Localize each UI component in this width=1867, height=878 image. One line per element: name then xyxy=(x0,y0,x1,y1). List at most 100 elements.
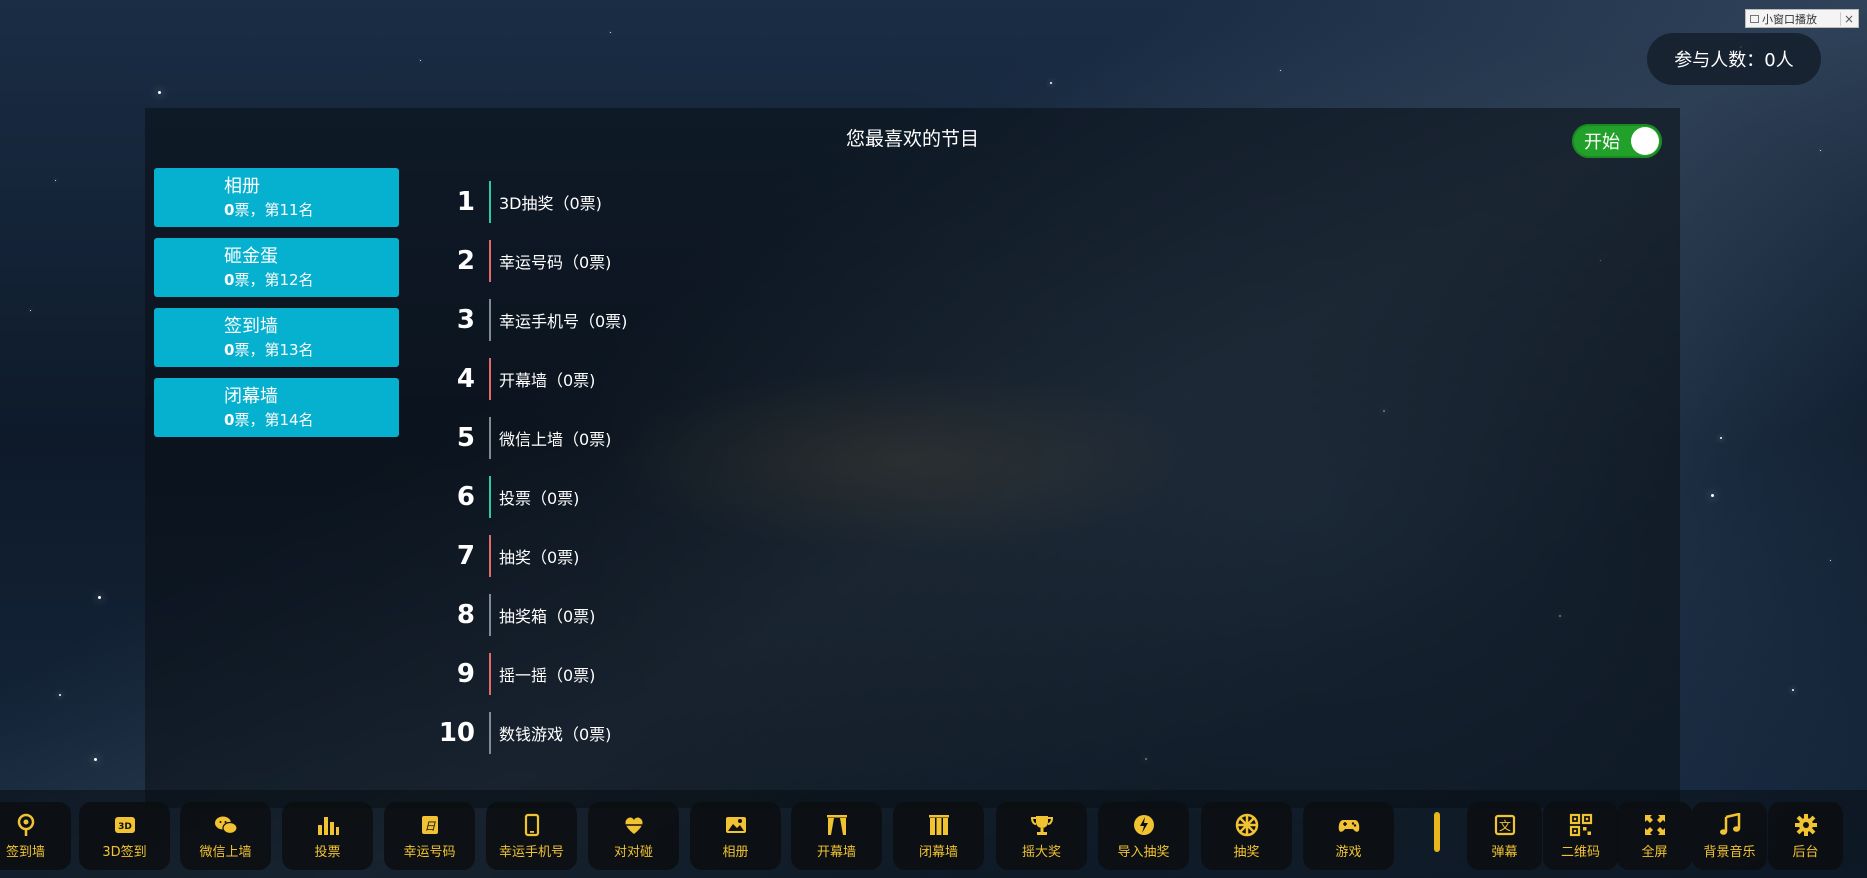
toolbar-button[interactable]: 二维码 xyxy=(1543,802,1618,870)
svg-text:日: 日 xyxy=(424,820,436,833)
fullscreen-icon xyxy=(1644,814,1665,835)
toolbar-button[interactable]: 背景音乐 xyxy=(1692,802,1767,870)
program-card-info: 0票，第11名 xyxy=(224,201,314,219)
close-icon[interactable]: × xyxy=(1839,11,1854,26)
ranking-row: 5 微信上墙（0票) xyxy=(435,408,627,467)
start-toggle-label: 开始 xyxy=(1584,132,1620,153)
toolbar-button-label: 对对碰 xyxy=(613,844,653,860)
rank-number: 2 xyxy=(456,245,475,276)
toolbar-divider xyxy=(1434,812,1440,852)
window-icon xyxy=(1750,14,1759,23)
toolbar-button[interactable]: 签到墙 xyxy=(0,802,71,870)
svg-text:3D: 3D xyxy=(118,822,132,832)
toolbar-button[interactable]: 后台 xyxy=(1768,802,1843,870)
toolbar-button[interactable]: 相册 xyxy=(690,802,781,870)
toolbar-button-label: 摇大奖 xyxy=(1021,844,1061,860)
toolbar-button[interactable]: 开幕墙 xyxy=(791,802,882,870)
rank-accent-bar xyxy=(489,593,491,636)
program-card[interactable]: 相册 0票，第11名 xyxy=(154,168,399,227)
rank-number: 10 xyxy=(438,717,475,748)
toolbar-button-label: 二维码 xyxy=(1560,844,1600,860)
program-card-name: 砸金蛋 xyxy=(224,246,278,267)
rank-number: 1 xyxy=(456,186,475,217)
star xyxy=(1280,70,1281,71)
mini-window-label[interactable]: 小窗口播放 xyxy=(1759,11,1840,27)
toolbar-button[interactable]: 摇大奖 xyxy=(996,802,1087,870)
star xyxy=(94,758,97,761)
ranking-row: 2 幸运号码（0票) xyxy=(435,231,627,290)
toolbar-button[interactable]: 日幸运号码 xyxy=(384,802,475,870)
toggle-knob xyxy=(1631,127,1659,155)
lucky-number-icon: 日 xyxy=(421,815,438,834)
toolbar-button[interactable]: 全屏 xyxy=(1617,802,1692,870)
wheel-icon xyxy=(1235,813,1258,836)
participant-count-text: 参与人数：0人 xyxy=(1674,50,1794,71)
toolbar-button[interactable]: 导入抽奖 xyxy=(1098,802,1189,870)
toolbar-button-label: 背景音乐 xyxy=(1703,844,1756,860)
program-card-info: 0票，第12名 xyxy=(224,271,314,289)
participant-count: 参与人数：0人 xyxy=(1647,33,1821,85)
rank-label: 幸运手机号（0票) xyxy=(499,311,628,331)
rank-number: 4 xyxy=(456,363,475,394)
photo-icon xyxy=(725,816,746,833)
rank-label: 抽奖箱（0票) xyxy=(499,606,596,626)
ranking-list: 1 3D抽奖（0票) 2 幸运号码（0票) 3 幸运手机号（0票) 4 开幕墙（0票) 5 微信上… xyxy=(435,172,627,762)
toolbar-button-label: 开幕墙 xyxy=(816,844,856,860)
rank-number: 5 xyxy=(456,422,475,453)
star xyxy=(1820,150,1821,151)
toolbar-button-label: 3D签到 xyxy=(102,844,147,860)
program-card[interactable]: 闭幕墙 0票，第14名 xyxy=(154,378,399,437)
mini-window-tag[interactable]: 小窗口播放 × xyxy=(1745,9,1859,28)
program-card-name: 相册 xyxy=(224,176,260,197)
star xyxy=(1792,689,1794,691)
star xyxy=(1720,437,1722,439)
trophy-icon xyxy=(1030,815,1053,835)
page-title: 您最喜欢的节目 xyxy=(845,128,979,150)
program-card[interactable]: 签到墙 0票，第13名 xyxy=(154,308,399,367)
program-card[interactable]: 砸金蛋 0票，第12名 xyxy=(154,238,399,297)
bar-chart-icon xyxy=(317,816,339,835)
star xyxy=(1830,560,1831,561)
toolbar-button[interactable]: 微信上墙 xyxy=(180,802,271,870)
import-lottery-icon xyxy=(1133,814,1154,835)
toolbar-button-label: 幸运号码 xyxy=(403,844,456,860)
toolbar-button[interactable]: 对对碰 xyxy=(588,802,679,870)
toolbar-button[interactable]: 游戏 xyxy=(1303,802,1394,870)
toolbar-button[interactable]: 幸运手机号 xyxy=(486,802,577,870)
rank-number: 3 xyxy=(456,304,475,335)
toolbar-button-label: 全屏 xyxy=(1641,844,1668,860)
ranking-row: 9 摇一摇（0票) xyxy=(435,644,627,703)
toolbar-button[interactable]: 抽奖 xyxy=(1201,802,1292,870)
toolbar-button-label: 后台 xyxy=(1792,844,1819,860)
svg-text:文: 文 xyxy=(1498,818,1510,833)
rank-number: 6 xyxy=(456,481,475,512)
toolbar-button[interactable]: 闭幕墙 xyxy=(893,802,984,870)
rank-accent-bar xyxy=(489,652,491,695)
star xyxy=(1050,82,1052,84)
rank-accent-bar xyxy=(489,239,491,282)
star xyxy=(1711,494,1714,497)
ranking-row: 7 抽奖（0票) xyxy=(435,526,627,585)
rank-label: 3D抽奖（0票) xyxy=(499,193,602,213)
program-card-name: 闭幕墙 xyxy=(224,386,278,407)
star xyxy=(158,91,161,94)
rank-label: 数钱游戏（0票) xyxy=(499,724,612,744)
3d-icon: 3D xyxy=(114,816,135,833)
toolbar-button-label: 签到墙 xyxy=(5,844,45,860)
toolbar-button[interactable]: 文弹幕 xyxy=(1467,802,1542,870)
toolbar-button-label: 抽奖 xyxy=(1233,844,1260,860)
start-toggle[interactable]: 开始 xyxy=(1572,124,1662,158)
vote-panel: 您最喜欢的节目 开始 相册 0票，第11名 砸金蛋 0票，第12名 签到墙 0票… xyxy=(145,108,1680,808)
rank-accent-bar xyxy=(489,475,491,518)
rank-accent-bar xyxy=(489,357,491,400)
toolbar-button-label: 游戏 xyxy=(1335,844,1362,860)
rank-number: 9 xyxy=(456,658,475,689)
ranking-row: 3 幸运手机号（0票) xyxy=(435,290,627,349)
ranking-row: 4 开幕墙（0票) xyxy=(435,349,627,408)
curtain-open-icon xyxy=(826,814,847,835)
toolbar-button[interactable]: 3D 3D签到 xyxy=(79,802,170,870)
toolbar-button-label: 相册 xyxy=(722,844,749,860)
toolbar-button[interactable]: 投票 xyxy=(282,802,373,870)
rank-label: 摇一摇（0票) xyxy=(499,665,596,685)
rank-accent-bar xyxy=(489,180,491,223)
